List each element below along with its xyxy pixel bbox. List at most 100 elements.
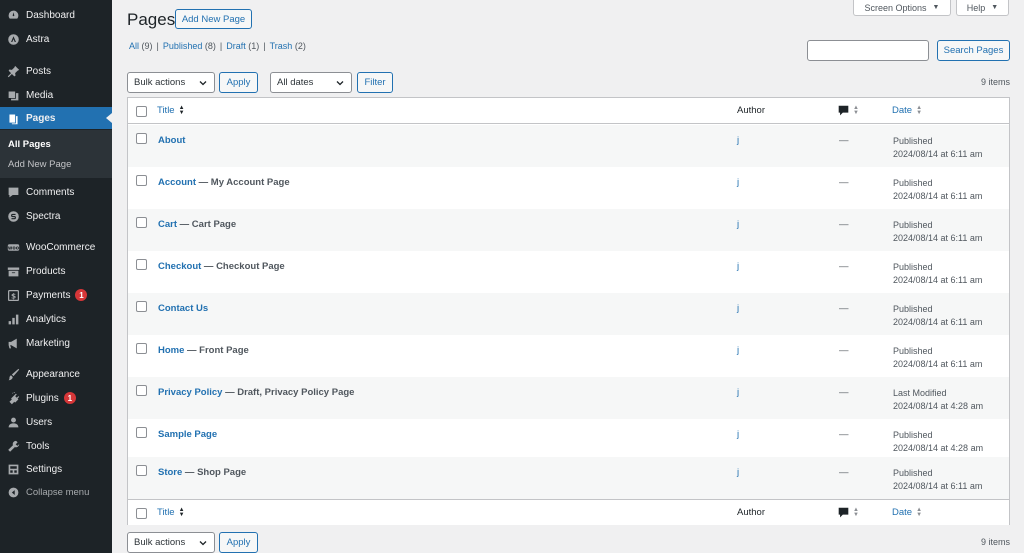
author-link[interactable]: j [737, 345, 739, 356]
page-title-link[interactable]: Checkout — Checkout Page [158, 261, 285, 272]
sidebar-item-settings[interactable]: Settings [0, 458, 112, 480]
apply-button-bottom[interactable]: Apply [219, 532, 258, 553]
page-date: Published 2024/08/14 at 6:11 am [893, 178, 983, 201]
row-checkbox[interactable] [136, 465, 147, 476]
row-checkbox[interactable] [136, 427, 147, 438]
author-link[interactable]: j [737, 219, 739, 230]
author-link[interactable]: j [737, 303, 739, 314]
payments-badge: 1 [75, 289, 88, 301]
filter-button[interactable]: Filter [357, 72, 393, 93]
bulk-actions-select-bottom[interactable]: Bulk actions [127, 532, 215, 553]
sidebar-item-marketing[interactable]: Marketing [0, 332, 112, 354]
add-new-page-button[interactable]: Add New Page [175, 9, 252, 29]
sort-icon: ▲ ▼ [916, 506, 923, 518]
row-checkbox[interactable] [136, 217, 147, 228]
column-comments-sort[interactable]: ▲ ▼ [838, 105, 859, 116]
sidebar-item-plugins[interactable]: Plugins 1 [0, 387, 112, 409]
page-title-link[interactable]: Contact Us [158, 303, 208, 314]
column-title-sort-footer[interactable]: Title ▲ ▼ [157, 507, 185, 519]
table-row: Privacy Policy — Draft, Privacy Policy P… [128, 377, 1009, 419]
sidebar-item-dashboard[interactable]: Dashboard [0, 4, 112, 26]
author-link[interactable]: j [737, 387, 739, 398]
page-title-link[interactable]: Privacy Policy — Draft, Privacy Policy P… [158, 387, 354, 398]
settings-icon [6, 462, 20, 476]
comment-bubble-icon [838, 507, 849, 518]
submenu-add-new-page[interactable]: Add New Page [8, 159, 71, 170]
sidebar-item-appearance[interactable]: Appearance [0, 363, 112, 385]
row-checkbox[interactable] [136, 301, 147, 312]
sidebar-item-users[interactable]: Users [0, 411, 112, 433]
comment-bubble-icon [838, 105, 849, 116]
submenu-all-pages[interactable]: All Pages [8, 139, 51, 150]
page-title-link[interactable]: About [158, 135, 185, 146]
brush-icon [6, 367, 20, 381]
items-count-bottom: 9 items [980, 537, 1010, 547]
sidebar-item-products[interactable]: Products [0, 260, 112, 282]
view-all[interactable]: All (9) [129, 41, 153, 51]
pages-submenu: All Pages Add New Page [0, 130, 112, 178]
view-draft[interactable]: Draft (1) [226, 41, 259, 51]
row-checkbox[interactable] [136, 133, 147, 144]
row-checkbox[interactable] [136, 343, 147, 354]
sidebar-item-posts[interactable]: Posts [0, 60, 112, 82]
sidebar-item-astra[interactable]: Astra [0, 28, 112, 50]
bulk-actions-select[interactable]: Bulk actions [127, 72, 215, 93]
search-input[interactable] [807, 40, 929, 61]
table-row: Store — Shop Page j — Published 2024/08/1… [128, 457, 1009, 499]
page-title-link[interactable]: Cart — Cart Page [158, 219, 236, 230]
select-all-checkbox[interactable] [136, 106, 147, 117]
comment-icon [6, 185, 20, 199]
pages-table: Title ▲ ▼ Author ▲ ▼ Date ▲ ▼ About j — Pub… [127, 97, 1010, 525]
media-icon [6, 88, 20, 102]
author-link[interactable]: j [737, 177, 739, 188]
user-icon [6, 415, 20, 429]
screen-options-button[interactable]: Screen Options ▼ [853, 0, 951, 16]
page-title-link[interactable]: Account — My Account Page [158, 177, 290, 188]
column-date-sort-footer[interactable]: Date ▲ ▼ [892, 506, 923, 519]
author-link[interactable]: j [737, 135, 739, 146]
sidebar-item-spectra[interactable]: Spectra [0, 205, 112, 227]
author-link[interactable]: j [737, 261, 739, 272]
sidebar-item-payments[interactable]: $ Payments 1 [0, 284, 112, 306]
row-checkbox[interactable] [136, 175, 147, 186]
page-title-link[interactable]: Home — Front Page [158, 345, 249, 356]
page-title-link[interactable]: Store — Shop Page [158, 467, 246, 478]
all-dates-select[interactable]: All dates [270, 72, 352, 93]
sidebar-item-tools[interactable]: Tools [0, 435, 112, 457]
view-trash[interactable]: Trash (2) [270, 41, 306, 51]
sidebar-item-media[interactable]: Media [0, 84, 112, 106]
author-link[interactable]: j [737, 429, 739, 440]
megaphone-icon [6, 336, 20, 350]
page-date: Published 2024/08/14 at 6:11 am [893, 346, 983, 369]
page-date: Published 2024/08/14 at 6:11 am [893, 304, 983, 327]
column-comments-sort-footer[interactable]: ▲ ▼ [838, 507, 859, 518]
table-header: Title ▲ ▼ Author ▲ ▼ Date ▲ ▼ [128, 98, 1009, 124]
sidebar-item-pages[interactable]: Pages [0, 107, 112, 129]
sidebar-item-analytics[interactable]: Analytics [0, 308, 112, 330]
search-pages-button[interactable]: Search Pages [937, 40, 1010, 61]
comment-count: — [839, 303, 849, 314]
sort-icon: ▲ ▼ [853, 104, 859, 116]
page-date: Published 2024/08/14 at 6:11 am [893, 220, 983, 243]
dashboard-icon [6, 8, 20, 22]
table-row: Checkout — Checkout Page j — Published 20… [128, 251, 1009, 293]
row-checkbox[interactable] [136, 385, 147, 396]
row-checkbox[interactable] [136, 259, 147, 270]
select-all-checkbox-footer[interactable] [136, 508, 147, 519]
collapse-menu-button[interactable]: Collapse menu [0, 481, 112, 503]
page-title-link[interactable]: Sample Page [158, 429, 217, 440]
column-title-sort[interactable]: Title ▲ ▼ [157, 105, 185, 117]
view-published[interactable]: Published (8) [163, 41, 216, 51]
comment-count: — [839, 219, 849, 230]
collapse-icon [6, 485, 20, 499]
apply-button[interactable]: Apply [219, 72, 258, 93]
help-button[interactable]: Help ▼ [956, 0, 1009, 16]
spectra-icon [6, 209, 20, 223]
sidebar-item-woocommerce[interactable]: woo WooCommerce [0, 236, 112, 258]
author-link[interactable]: j [737, 467, 739, 478]
column-date-sort[interactable]: Date ▲ ▼ [892, 105, 922, 117]
page-date: Published 2024/08/14 at 6:11 am [893, 262, 983, 285]
svg-text:$: $ [10, 291, 15, 300]
comment-count: — [839, 261, 849, 272]
sidebar-item-comments[interactable]: Comments [0, 181, 112, 203]
